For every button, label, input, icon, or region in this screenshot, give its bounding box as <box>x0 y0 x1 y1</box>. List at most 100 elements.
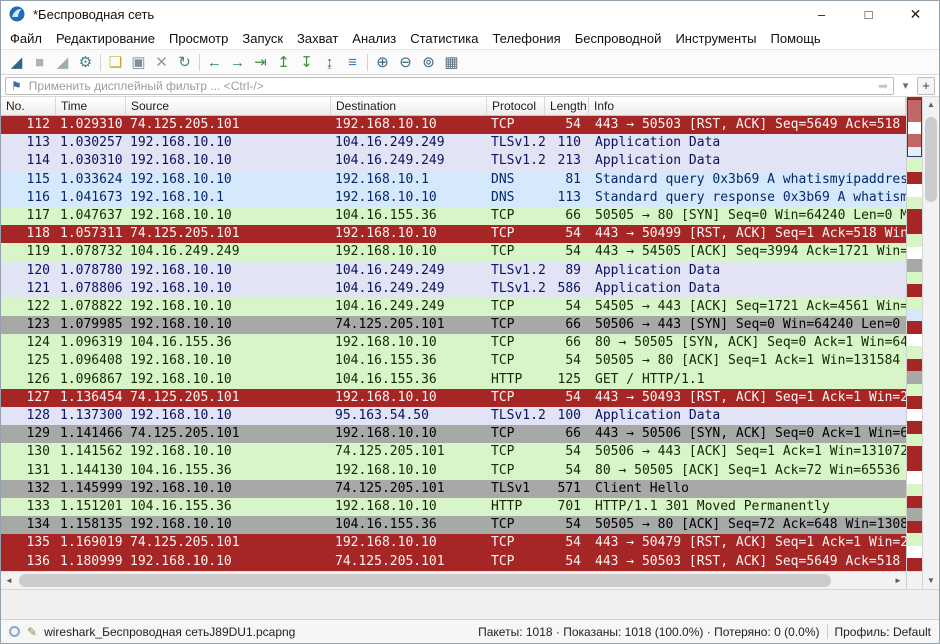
go-last-packet-icon[interactable]: ↧ <box>295 51 318 73</box>
cell-src: 192.168.10.10 <box>126 352 331 370</box>
horizontal-scroll-thumb[interactable] <box>19 574 831 587</box>
cell-time: 1.137300 <box>56 407 126 425</box>
cell-len: 54 <box>545 298 589 316</box>
cell-src: 74.125.205.101 <box>126 225 331 243</box>
close-file-icon[interactable]: ✕ <box>150 51 173 73</box>
packet-row-127[interactable]: 1271.13645474.125.205.101192.168.10.10TC… <box>1 389 906 407</box>
cell-proto: TLSv1 <box>487 480 545 498</box>
open-file-icon[interactable]: ❏ <box>104 51 127 73</box>
restart-capture-icon[interactable]: ◢ <box>51 51 74 73</box>
start-capture-icon[interactable]: ◢ <box>5 51 28 73</box>
menu-статистика[interactable]: Статистика <box>403 31 485 46</box>
packet-row-124[interactable]: 1241.096319104.16.155.36192.168.10.10TCP… <box>1 334 906 352</box>
packet-row-112[interactable]: 1121.02931074.125.205.101192.168.10.10TC… <box>1 116 906 134</box>
packet-row-113[interactable]: 1131.030257192.168.10.10104.16.249.249TL… <box>1 134 906 152</box>
column-header-info[interactable]: Info <box>589 97 906 115</box>
column-header-no[interactable]: No. <box>1 97 56 115</box>
colorize-packets-icon[interactable]: ≡ <box>341 51 364 73</box>
packet-row-125[interactable]: 1251.096408192.168.10.10104.16.155.36TCP… <box>1 352 906 370</box>
scroll-left-icon[interactable]: ◄ <box>1 576 17 585</box>
cell-time: 1.141466 <box>56 425 126 443</box>
column-header-length[interactable]: Length <box>545 97 589 115</box>
go-to-packet-icon[interactable]: ⇥ <box>249 51 272 73</box>
packet-row-130[interactable]: 1301.141562192.168.10.1074.125.205.101TC… <box>1 443 906 461</box>
minimap-viewport-indicator[interactable] <box>907 99 922 157</box>
go-first-packet-icon[interactable]: ↥ <box>272 51 295 73</box>
minimize-button[interactable]: – <box>798 1 845 27</box>
filter-history-dropdown-icon[interactable]: ▾ <box>898 79 913 92</box>
capture-file-properties-icon[interactable]: ✎ <box>27 625 37 639</box>
column-header-protocol[interactable]: Protocol <box>487 97 545 115</box>
menu-захват[interactable]: Захват <box>290 31 345 46</box>
minimap-stripe <box>907 459 922 471</box>
scroll-right-icon[interactable]: ► <box>890 576 906 585</box>
vertical-scroll-thumb[interactable] <box>925 117 937 202</box>
cell-dst: 104.16.155.36 <box>331 371 487 389</box>
menu-телефония[interactable]: Телефония <box>485 31 567 46</box>
zoom-original-icon[interactable]: ⊚ <box>417 51 440 73</box>
menu-инструменты[interactable]: Инструменты <box>668 31 763 46</box>
packet-row-134[interactable]: 1341.158135192.168.10.10104.16.155.36TCP… <box>1 516 906 534</box>
menu-беспроводной[interactable]: Беспроводной <box>568 31 669 46</box>
packet-row-135[interactable]: 1351.16901974.125.205.101192.168.10.10TC… <box>1 534 906 552</box>
cell-dst: 104.16.249.249 <box>331 262 487 280</box>
packet-row-136[interactable]: 1361.180999192.168.10.1074.125.205.101TC… <box>1 553 906 571</box>
scroll-up-icon[interactable]: ▲ <box>923 97 939 113</box>
horizontal-scroll-track[interactable] <box>17 572 890 589</box>
packet-row-128[interactable]: 1281.137300192.168.10.1095.163.54.50TLSv… <box>1 407 906 425</box>
packet-row-132[interactable]: 1321.145999192.168.10.1074.125.205.101TL… <box>1 480 906 498</box>
vertical-scrollbar[interactable]: ▲ ▼ <box>922 97 939 589</box>
scroll-down-icon[interactable]: ▼ <box>923 573 939 589</box>
packet-row-114[interactable]: 1141.030310192.168.10.10104.16.249.249TL… <box>1 152 906 170</box>
packet-row-133[interactable]: 1331.151201104.16.155.36192.168.10.10HTT… <box>1 498 906 516</box>
column-header-time[interactable]: Time <box>56 97 126 115</box>
menu-анализ[interactable]: Анализ <box>345 31 403 46</box>
cell-proto: HTTP <box>487 498 545 516</box>
column-header-destination[interactable]: Destination <box>331 97 487 115</box>
close-button[interactable]: ✕ <box>892 1 939 27</box>
packet-row-120[interactable]: 1201.078780192.168.10.10104.16.249.249TL… <box>1 262 906 280</box>
stop-capture-icon[interactable]: ■ <box>28 51 51 73</box>
column-header-source[interactable]: Source <box>126 97 331 115</box>
reload-file-icon[interactable]: ↻ <box>173 51 196 73</box>
packet-row-121[interactable]: 1211.078806192.168.10.10104.16.249.249TL… <box>1 280 906 298</box>
go-forward-icon[interactable]: → <box>226 51 249 73</box>
display-filter-input[interactable] <box>27 78 873 94</box>
cell-len: 586 <box>545 280 589 298</box>
profile-indicator[interactable]: Профиль: Default <box>835 625 932 639</box>
menu-запуск[interactable]: Запуск <box>235 31 290 46</box>
capture-options-icon[interactable]: ⚙ <box>74 51 97 73</box>
packet-row-116[interactable]: 1161.041673192.168.10.1192.168.10.10DNS1… <box>1 189 906 207</box>
packet-row-123[interactable]: 1231.079985192.168.10.1074.125.205.101TC… <box>1 316 906 334</box>
resize-columns-icon[interactable]: ▦ <box>440 51 463 73</box>
zoom-out-icon[interactable]: ⊖ <box>394 51 417 73</box>
cell-no: 128 <box>1 407 56 425</box>
expert-info-icon[interactable] <box>9 626 20 637</box>
menu-bar: ФайлРедактированиеПросмотрЗапускЗахватАн… <box>1 27 939 49</box>
packet-row-117[interactable]: 1171.047637192.168.10.10104.16.155.36TCP… <box>1 207 906 225</box>
horizontal-scrollbar[interactable]: ◄ ► <box>1 571 906 589</box>
menu-просмотр[interactable]: Просмотр <box>162 31 235 46</box>
packet-row-131[interactable]: 1311.144130104.16.155.36192.168.10.10TCP… <box>1 462 906 480</box>
packet-row-122[interactable]: 1221.078822192.168.10.10104.16.249.249TC… <box>1 298 906 316</box>
zoom-in-icon[interactable]: ⊕ <box>371 51 394 73</box>
menu-редактирование[interactable]: Редактирование <box>49 31 162 46</box>
packet-row-119[interactable]: 1191.078732104.16.249.249192.168.10.10TC… <box>1 243 906 261</box>
display-filter-field[interactable]: ⚑ ➡ <box>5 77 894 95</box>
intelligent-scrollbar-minimap[interactable] <box>906 97 922 589</box>
filter-bookmark-icon[interactable]: ⚑ <box>11 80 22 92</box>
cell-no: 112 <box>1 116 56 134</box>
menu-файл[interactable]: Файл <box>3 31 49 46</box>
packet-row-126[interactable]: 1261.096867192.168.10.10104.16.155.36HTT… <box>1 371 906 389</box>
packet-row-118[interactable]: 1181.05731174.125.205.101192.168.10.10TC… <box>1 225 906 243</box>
packet-row-129[interactable]: 1291.14146674.125.205.101192.168.10.10TC… <box>1 425 906 443</box>
packet-row-115[interactable]: 1151.033624192.168.10.10192.168.10.1DNS8… <box>1 171 906 189</box>
maximize-button[interactable]: □ <box>845 1 892 27</box>
go-back-icon[interactable]: ← <box>203 51 226 73</box>
auto-scroll-icon[interactable]: ↨ <box>318 51 341 73</box>
empty-detail-pane <box>1 589 939 619</box>
add-filter-button[interactable]: + <box>917 77 935 95</box>
save-file-icon[interactable]: ▣ <box>127 51 150 73</box>
apply-filter-icon[interactable]: ➡ <box>878 79 888 93</box>
menu-помощь[interactable]: Помощь <box>764 31 828 46</box>
